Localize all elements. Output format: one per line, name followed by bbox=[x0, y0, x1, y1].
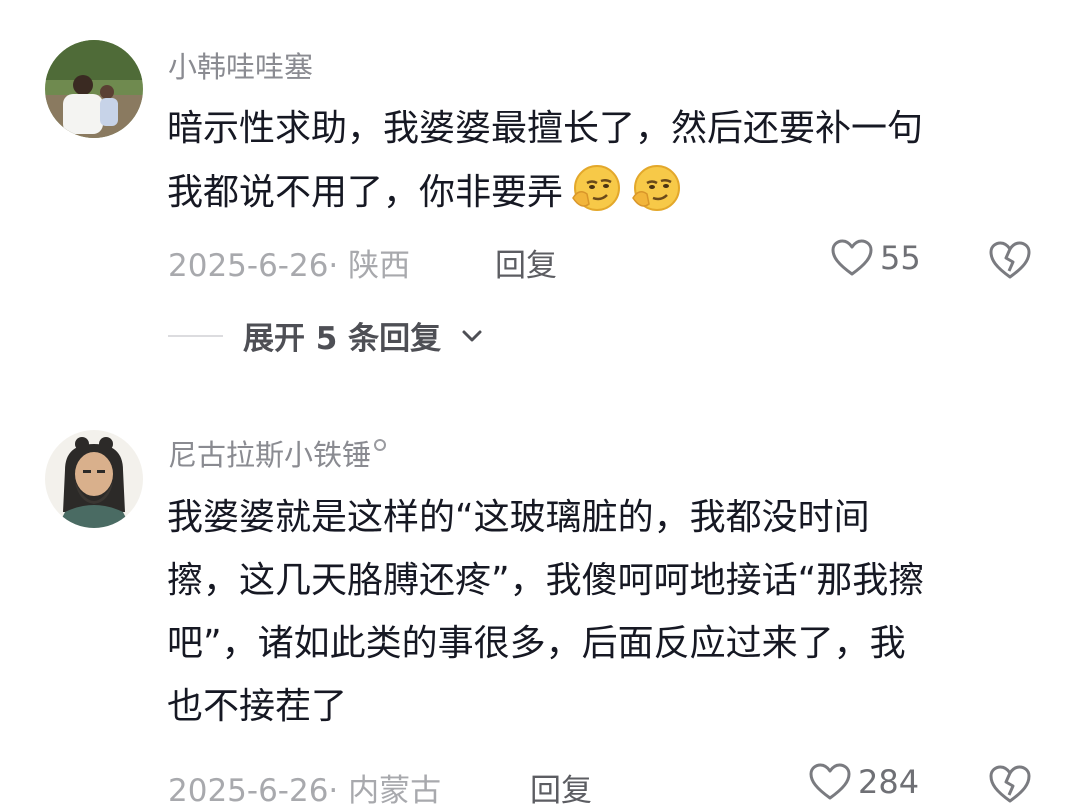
broken-heart-icon[interactable] bbox=[988, 762, 1032, 806]
like-button[interactable]: 55 bbox=[830, 238, 921, 278]
comment-text: 暗示性求助，我婆婆最擅长了，然后还要补一句 我都说不用了，你非要弄 bbox=[167, 97, 1047, 224]
expand-replies-button[interactable]: 展开 5 条回复 bbox=[168, 313, 483, 358]
comment-line: 吧”，诸如此类的事很多，后面反应过来了，我 bbox=[167, 623, 906, 664]
chevron-down-icon bbox=[462, 330, 482, 341]
comment-item: 尼古拉斯小铁锤 我婆婆就是这样的“这玻璃脏的，我都没时间 擦，这几天胳膊还疼”，… bbox=[0, 400, 1080, 810]
comment-item: 小韩哇哇塞 暗示性求助，我婆婆最擅长了，然后还要补一句 我都说不用了，你非要弄 … bbox=[0, 0, 1080, 400]
ring-icon bbox=[374, 439, 387, 451]
comment-meta: 2025-6-26· 内蒙古 bbox=[168, 773, 442, 809]
comment-line: 我都说不用了，你非要弄 bbox=[167, 160, 1047, 224]
expand-replies-label: 展开 5 条回复 bbox=[243, 321, 442, 357]
username[interactable]: 小韩哇哇塞 bbox=[168, 44, 313, 86]
thinking-smirk-emoji-icon bbox=[572, 165, 621, 211]
like-button[interactable]: 284 bbox=[808, 762, 919, 802]
comment-line-text: 我都说不用了，你非要弄 bbox=[167, 172, 564, 213]
comment-line: 也不接茬了 bbox=[167, 686, 348, 727]
comment-line: 我婆婆就是这样的“这玻璃脏的，我都没时间 bbox=[167, 497, 870, 538]
avatar[interactable] bbox=[45, 430, 143, 528]
comment-text: 我婆婆就是这样的“这玻璃脏的，我都没时间 擦，这几天胳膊还疼”，我傻呵呵地接话“… bbox=[167, 486, 1047, 738]
broken-heart-icon[interactable] bbox=[988, 238, 1032, 282]
comment-meta: 2025-6-26· 陕西 bbox=[168, 248, 411, 284]
comment-line: 暗示性求助，我婆婆最擅长了，然后还要补一句 bbox=[167, 108, 924, 149]
reply-button[interactable]: 回复 bbox=[495, 240, 557, 285]
username[interactable]: 尼古拉斯小铁锤 bbox=[168, 432, 387, 474]
avatar[interactable] bbox=[45, 40, 143, 138]
thinking-smirk-emoji-icon bbox=[632, 165, 681, 211]
comment-line: 擦，这几天胳膊还疼”，我傻呵呵地接话“那我擦 bbox=[167, 560, 925, 601]
reply-button[interactable]: 回复 bbox=[530, 765, 592, 810]
like-count: 284 bbox=[858, 763, 920, 801]
heart-outline-icon bbox=[809, 763, 851, 800]
username-text: 尼古拉斯小铁锤 bbox=[168, 438, 372, 472]
divider-line bbox=[168, 334, 223, 337]
heart-outline-icon bbox=[831, 239, 873, 276]
like-count: 55 bbox=[880, 239, 921, 277]
